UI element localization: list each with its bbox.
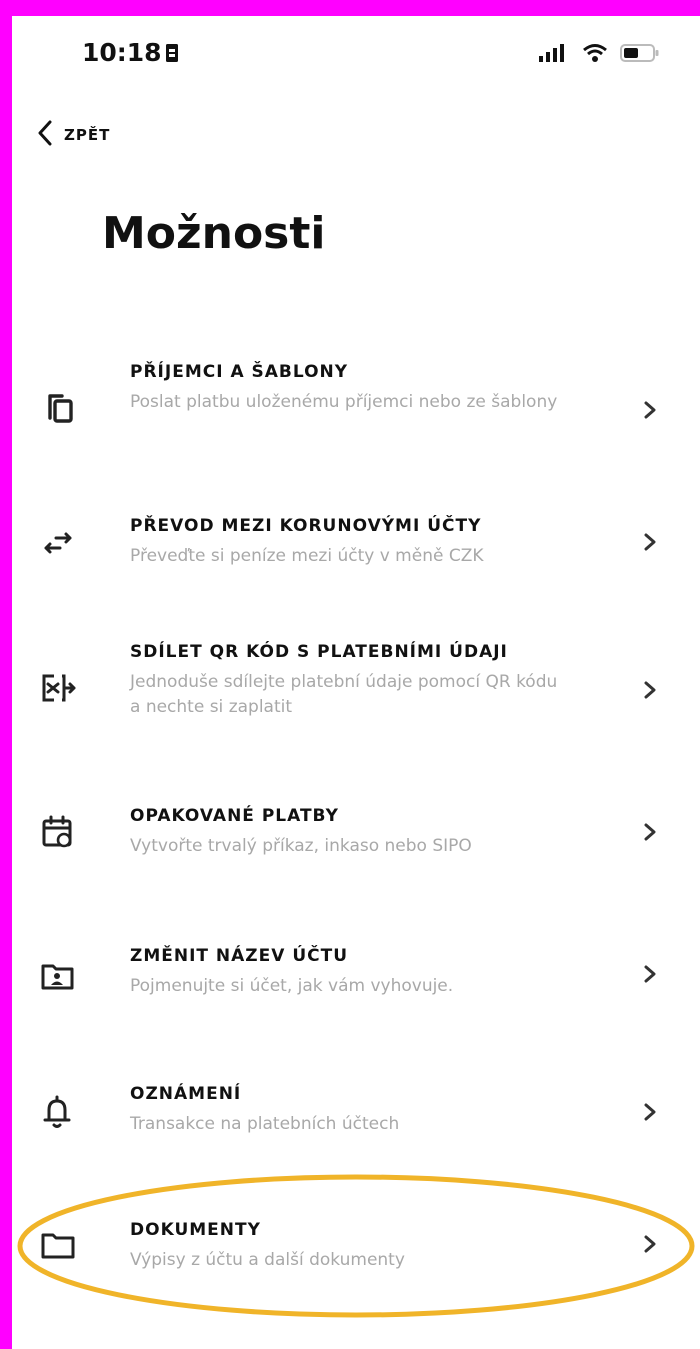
menu-item-title: SDÍLET QR KÓD S PLATEBNÍMI ÚDAJI — [130, 642, 508, 662]
menu-item-share-qr-code[interactable]: SDÍLET QR KÓD S PLATEBNÍMI ÚDAJI Jednodu… — [12, 628, 700, 784]
battery-icon — [620, 43, 660, 67]
menu-item-recipients-templates[interactable]: PŘÍJEMCI A ŠABLONY Poslat platbu uložené… — [12, 346, 700, 502]
back-label: ZPĚT — [64, 126, 111, 144]
rename-folder-icon — [38, 956, 78, 996]
chevron-right-icon — [640, 532, 660, 552]
menu-item-subtitle: Poslat platbu uloženému příjemci nebo ze… — [130, 392, 558, 412]
status-icons — [538, 43, 660, 67]
menu-item-title: OPAKOVANÉ PLATBY — [130, 806, 339, 826]
menu-item-recurring-payments[interactable]: OPAKOVANÉ PLATBY Vytvořte trvalý příkaz,… — [12, 784, 700, 932]
chevron-right-icon — [640, 400, 660, 420]
menu-item-documents[interactable]: DOKUMENTY Výpisy z účtu a další dokument… — [12, 1210, 700, 1340]
chevron-right-icon — [640, 680, 660, 700]
menu-item-subtitle: Vytvořte trvalý příkaz, inkaso nebo SIPO — [130, 836, 472, 856]
menu-item-title: ZMĚNIT NÁZEV ÚČTU — [130, 946, 349, 966]
menu-item-title: PŘÍJEMCI A ŠABLONY — [130, 362, 349, 382]
page-title: Možnosti — [102, 208, 326, 259]
signal-icon — [538, 43, 570, 67]
menu-item-subtitle: Transakce na platebních účtech — [130, 1114, 400, 1134]
sim-card-icon — [165, 43, 179, 67]
status-time: 10:18 — [82, 38, 162, 67]
chevron-right-icon — [640, 1102, 660, 1122]
chevron-left-icon — [36, 120, 54, 150]
menu-item-subtitle: Jednoduše sdílejte platební údaje pomocí… — [130, 672, 558, 717]
menu-item-subtitle: Výpisy z účtu a další dokumenty — [130, 1250, 405, 1270]
menu-item-title: DOKUMENTY — [130, 1220, 261, 1240]
wifi-icon — [582, 43, 608, 67]
transfer-arrows-icon — [38, 524, 78, 564]
status-bar: 10:18 — [12, 16, 700, 116]
calendar-repeat-icon — [38, 812, 78, 852]
app-screen: 10:18 ZPĚT Možnosti PŘÍJEMCI A ŠABLONY P… — [12, 16, 700, 1349]
menu-item-subtitle: Převeďte si peníze mezi účty v měně CZK — [130, 546, 484, 566]
menu-item-subtitle: Pojmenujte si účet, jak vám vyhovuje. — [130, 976, 454, 996]
menu-item-transfer-czk-accounts[interactable]: PŘEVOD MEZI KORUNOVÝMI ÚČTY Převeďte si … — [12, 502, 700, 628]
qr-share-icon — [38, 668, 78, 708]
folder-icon — [38, 1226, 78, 1266]
menu-item-title: PŘEVOD MEZI KORUNOVÝMI ÚČTY — [130, 516, 482, 536]
menu-item-rename-account[interactable]: ZMĚNIT NÁZEV ÚČTU Pojmenujte si účet, ja… — [12, 932, 700, 1072]
templates-icon — [38, 388, 78, 428]
menu-item-notifications[interactable]: OZNÁMENÍ Transakce na platebních účtech — [12, 1072, 700, 1210]
chevron-right-icon — [640, 822, 660, 842]
back-button[interactable]: ZPĚT — [36, 120, 110, 150]
chevron-right-icon — [640, 1234, 660, 1254]
options-menu: PŘÍJEMCI A ŠABLONY Poslat platbu uložené… — [12, 346, 700, 1340]
bell-icon — [38, 1092, 78, 1132]
chevron-right-icon — [640, 964, 660, 984]
menu-item-title: OZNÁMENÍ — [130, 1084, 242, 1104]
